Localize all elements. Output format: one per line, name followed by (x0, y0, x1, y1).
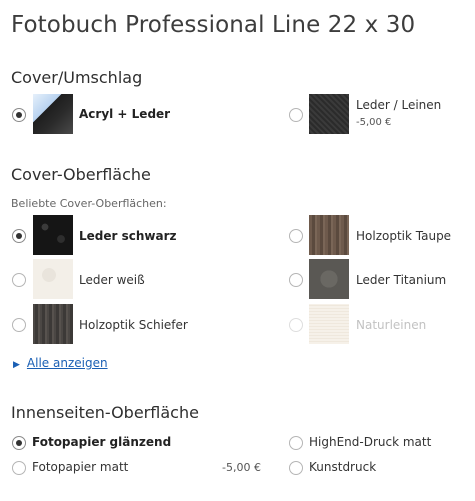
radio-highend-druck-matt[interactable] (289, 436, 303, 450)
leder-leinen-label: Leder / Leinen (356, 98, 442, 112)
kunstdruck-label: Kunstdruck (309, 460, 377, 474)
leder-weiss-label: Leder weiß (79, 273, 145, 287)
leder-leinen-price: -5,00 € (356, 117, 392, 128)
radio-holzoptik-schiefer[interactable] (12, 318, 26, 332)
pages-option-kunstdruck[interactable]: Kunstdruck (289, 459, 469, 477)
holzoptik-taupe-thumbnail (309, 215, 349, 255)
surface-option-holzoptik-schiefer[interactable]: Holzoptik Schiefer (11, 301, 211, 347)
pages-option-fotopapier-matt[interactable]: Fotopapier matt -5,00 € (11, 459, 271, 477)
naturleinen-thumbnail (309, 304, 349, 344)
radio-leder-titanium[interactable] (289, 273, 303, 287)
surface-heading: Cover-Oberfläche (11, 165, 151, 184)
radio-fotopapier-glaenzend[interactable] (12, 436, 26, 450)
radio-leder-schwarz[interactable] (12, 229, 26, 243)
fotopapier-matt-label: Fotopapier matt (32, 460, 129, 474)
radio-leder-leinen[interactable] (289, 108, 303, 122)
surface-option-leder-titanium[interactable]: Leder Titanium (289, 256, 469, 302)
cover-heading: Cover/Umschlag (11, 68, 143, 87)
surface-option-holzoptik-taupe[interactable]: Holzoptik Taupe (289, 212, 469, 258)
pages-heading: Innenseiten-Oberfläche (11, 403, 199, 422)
leder-titanium-thumbnail (309, 259, 349, 299)
cover-option-leder-leinen[interactable]: Leder / Leinen -5,00 € (289, 92, 469, 138)
highend-druck-matt-label: HighEnd-Druck matt (309, 435, 432, 449)
radio-acryl-leder[interactable] (12, 108, 26, 122)
triangle-right-icon: ▶ (13, 360, 20, 370)
fotopapier-matt-price: -5,00 € (222, 461, 261, 474)
show-all-label[interactable]: Alle anzeigen (27, 356, 108, 370)
radio-holzoptik-taupe[interactable] (289, 229, 303, 243)
pages-option-fotopapier-glaenzend[interactable]: Fotopapier glänzend (11, 434, 211, 452)
page-title: Fotobuch Professional Line 22 x 30 (11, 12, 416, 38)
leder-weiss-thumbnail (33, 259, 73, 299)
leder-titanium-label: Leder Titanium (356, 273, 447, 287)
fotopapier-glaenzend-label: Fotopapier glänzend (32, 435, 172, 449)
radio-leder-weiss[interactable] (12, 273, 26, 287)
naturleinen-label: Naturleinen (356, 318, 427, 332)
cover-option-acryl-leder[interactable]: Acryl + Leder (11, 92, 211, 138)
holzoptik-taupe-label: Holzoptik Taupe (356, 229, 452, 243)
surface-option-naturleinen: Naturleinen (289, 301, 469, 347)
leder-leinen-thumbnail (309, 94, 349, 134)
surface-option-leder-weiss[interactable]: Leder weiß (11, 256, 211, 302)
acryl-leder-thumbnail (33, 94, 73, 134)
radio-kunstdruck[interactable] (289, 461, 303, 475)
pages-option-highend-druck-matt[interactable]: HighEnd-Druck matt (289, 434, 469, 452)
surface-option-leder-schwarz[interactable]: Leder schwarz (11, 212, 211, 258)
holzoptik-schiefer-thumbnail (33, 304, 73, 344)
radio-naturleinen (289, 318, 303, 332)
surface-subheading: Beliebte Cover-Oberflächen: (11, 197, 167, 210)
acryl-leder-label: Acryl + Leder (79, 107, 171, 121)
holzoptik-schiefer-label: Holzoptik Schiefer (79, 318, 188, 332)
show-all-link[interactable]: ▶ Alle anzeigen (13, 356, 108, 370)
leder-schwarz-thumbnail (33, 215, 73, 255)
leder-schwarz-label: Leder schwarz (79, 229, 177, 243)
radio-fotopapier-matt[interactable] (12, 461, 26, 475)
